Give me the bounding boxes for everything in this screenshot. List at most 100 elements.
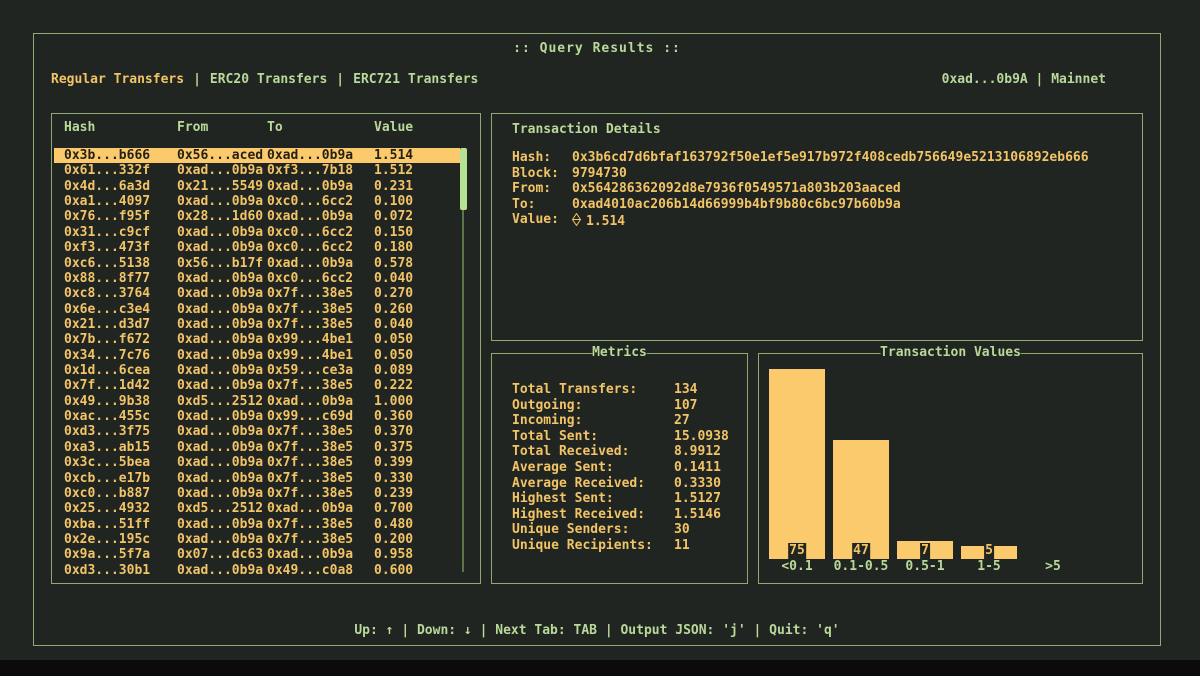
table-row[interactable]: 0xc8...37640xad...0b9a0x7f...38e50.270 [54, 286, 460, 301]
cell-value: 0.375 [374, 440, 460, 455]
keyboard-shortcuts-bar: Up: ↑ | Down: ↓ | Next Tab: TAB | Output… [34, 623, 1160, 638]
cell-value: 0.150 [374, 225, 460, 240]
detail-value: 9794730 [572, 166, 627, 182]
table-row[interactable]: 0x25...49320xd5...25120xad...0b9a0.700 [54, 501, 460, 516]
cell-from: 0xad...0b9a [177, 424, 267, 439]
detail-field: Value:1.514 [512, 212, 1132, 228]
tab-erc20-transfers[interactable]: ERC20 Transfers [210, 72, 327, 87]
table-row[interactable]: 0x2e...195c0xad...0b9a0x7f...38e50.200 [54, 532, 460, 547]
cell-hash: 0x3c...5bea [64, 455, 177, 470]
table-row[interactable]: 0x21...d3d70xad...0b9a0x7f...38e50.040 [54, 317, 460, 332]
cell-from: 0xad...0b9a [177, 286, 267, 301]
tab-erc721-transfers[interactable]: ERC721 Transfers [353, 72, 478, 87]
cell-hash: 0x9a...5f7a [64, 547, 177, 562]
metric-item: Total Sent:15.0938 [512, 429, 737, 445]
cell-to: 0x99...c69d [267, 409, 374, 424]
cell-value: 0.958 [374, 547, 460, 562]
cell-from: 0x56...b17f [177, 256, 267, 271]
cell-hash: 0x1d...6cea [64, 363, 177, 378]
cell-value: 0.072 [374, 209, 460, 224]
cell-from: 0xad...0b9a [177, 363, 267, 378]
cell-to: 0xc0...6cc2 [267, 194, 374, 209]
cell-value: 0.600 [374, 563, 460, 578]
bar-value-label: 5 [984, 543, 994, 559]
metric-value: 15.0938 [674, 429, 729, 445]
table-row[interactable]: 0xd3...30b10xad...0b9a0x49...c0a80.600 [54, 563, 460, 578]
cell-hash: 0x49...9b38 [64, 394, 177, 409]
scrollbar-thumb[interactable] [460, 148, 467, 210]
cell-to: 0x7f...38e5 [267, 424, 374, 439]
x-axis-tick-label: 0.5-1 [897, 559, 953, 575]
cell-hash: 0xf3...473f [64, 240, 177, 255]
cell-value: 0.089 [374, 363, 460, 378]
cell-hash: 0x76...f95f [64, 209, 177, 224]
cell-from: 0xad...0b9a [177, 302, 267, 317]
table-row[interactable]: 0x31...c9cf0xad...0b9a0xc0...6cc20.150 [54, 225, 460, 240]
cell-value: 0.050 [374, 332, 460, 347]
details-title: Transaction Details [512, 122, 661, 137]
table-row[interactable]: 0x88...8f770xad...0b9a0xc0...6cc20.040 [54, 271, 460, 286]
tab-regular-transfers[interactable]: Regular Transfers [51, 72, 184, 87]
metric-value: 107 [674, 398, 697, 414]
cell-to: 0xad...0b9a [267, 179, 374, 194]
metric-value: 0.1411 [674, 460, 721, 476]
cell-value: 0.260 [374, 302, 460, 317]
cell-value: 0.370 [374, 424, 460, 439]
table-row[interactable]: 0xa1...40970xad...0b9a0xc0...6cc20.100 [54, 194, 460, 209]
cell-hash: 0x2e...195c [64, 532, 177, 547]
detail-field: Hash:0x3b6cd7d6bfaf163792f50e1ef5e917b97… [512, 150, 1132, 166]
table-row[interactable]: 0xc0...b8870xad...0b9a0x7f...38e50.239 [54, 486, 460, 501]
cell-value: 0.040 [374, 271, 460, 286]
table-row[interactable]: 0x4d...6a3d0x21...55490xad...0b9a0.231 [54, 179, 460, 194]
cell-from: 0xad...0b9a [177, 486, 267, 501]
cell-hash: 0x7f...1d42 [64, 378, 177, 393]
detail-value: 1.514 [572, 212, 625, 228]
cell-hash: 0x3b...b666 [64, 148, 177, 163]
cell-from: 0x56...aced [177, 148, 267, 163]
table-row[interactable]: 0xd3...3f750xad...0b9a0x7f...38e50.370 [54, 424, 460, 439]
table-header-row: Hash From To Value [64, 120, 458, 135]
cell-value: 1.514 [374, 148, 460, 163]
table-scrollbar[interactable] [460, 148, 467, 572]
cell-from: 0xad...0b9a [177, 240, 267, 255]
cell-from: 0xad...0b9a [177, 194, 267, 209]
cell-hash: 0xc6...5138 [64, 256, 177, 271]
column-header-hash: Hash [64, 120, 177, 135]
cell-to: 0x7f...38e5 [267, 532, 374, 547]
cell-from: 0xad...0b9a [177, 532, 267, 547]
transaction-details-panel: Transaction Details Hash:0x3b6cd7d6bfaf1… [491, 113, 1143, 341]
detail-value: 0x3b6cd7d6bfaf163792f50e1ef5e917b972f408… [572, 150, 1089, 166]
table-row[interactable]: 0xcb...e17b0xad...0b9a0x7f...38e50.330 [54, 471, 460, 486]
cell-from: 0xad...0b9a [177, 332, 267, 347]
cell-value: 0.050 [374, 348, 460, 363]
table-row[interactable]: 0xba...51ff0xad...0b9a0x7f...38e50.480 [54, 517, 460, 532]
table-row[interactable]: 0x76...f95f0x28...1d600xad...0b9a0.072 [54, 209, 460, 224]
table-row[interactable]: 0x3b...b6660x56...aced0xad...0b9a1.514 [54, 148, 460, 163]
cell-hash: 0x34...7c76 [64, 348, 177, 363]
table-row[interactable]: 0xa3...ab150xad...0b9a0x7f...38e50.375 [54, 440, 460, 455]
table-row[interactable]: 0x1d...6cea0xad...0b9a0x59...ce3a0.089 [54, 363, 460, 378]
table-row[interactable]: 0x34...7c760xad...0b9a0x99...4be10.050 [54, 348, 460, 363]
metric-label: Highest Sent: [512, 491, 674, 507]
cell-from: 0xd5...2512 [177, 501, 267, 516]
screen-bottom-strip [0, 660, 1200, 676]
table-row[interactable]: 0x7b...f6720xad...0b9a0x99...4be10.050 [54, 332, 460, 347]
eth-diamond-icon [572, 213, 581, 226]
detail-value: 0x564286362092d8e7936f0549571a803b203aac… [572, 181, 901, 197]
table-row[interactable]: 0xac...455c0xad...0b9a0x99...c69d0.360 [54, 409, 460, 424]
table-row[interactable]: 0x61...332f0xad...0b9a0xf3...7b181.512 [54, 163, 460, 178]
table-row[interactable]: 0x9a...5f7a0x07...dc630xad...0b9a0.958 [54, 547, 460, 562]
table-row[interactable]: 0x3c...5bea0xad...0b9a0x7f...38e50.399 [54, 455, 460, 470]
cell-hash: 0x4d...6a3d [64, 179, 177, 194]
bar-value-label: 7 [920, 543, 930, 559]
cell-from: 0xad...0b9a [177, 271, 267, 286]
cell-value: 0.360 [374, 409, 460, 424]
table-row[interactable]: 0xc6...51380x56...b17f0xad...0b9a0.578 [54, 256, 460, 271]
table-row[interactable]: 0x7f...1d420xad...0b9a0x7f...38e50.222 [54, 378, 460, 393]
table-row[interactable]: 0x49...9b380xd5...25120xad...0b9a1.000 [54, 394, 460, 409]
cell-to: 0x7f...38e5 [267, 440, 374, 455]
table-row[interactable]: 0xf3...473f0xad...0b9a0xc0...6cc20.180 [54, 240, 460, 255]
metric-label: Total Received: [512, 444, 674, 460]
cell-hash: 0xd3...30b1 [64, 563, 177, 578]
table-row[interactable]: 0x6e...c3e40xad...0b9a0x7f...38e50.260 [54, 302, 460, 317]
